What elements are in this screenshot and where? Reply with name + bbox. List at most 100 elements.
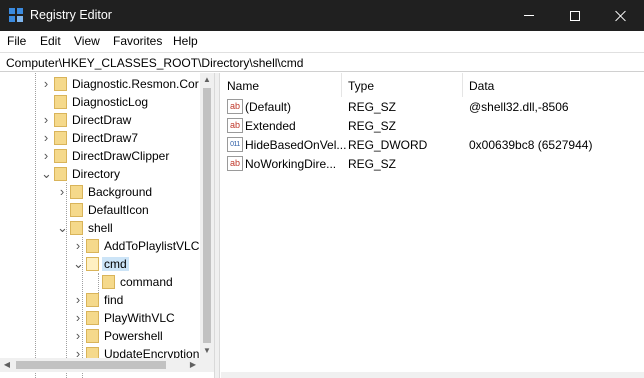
tree-item-label: DirectDrawClipper <box>72 149 170 163</box>
maximize-button[interactable] <box>552 0 598 31</box>
tree-item-directdraw7[interactable]: › DirectDraw7 <box>0 129 200 147</box>
tree-item-background[interactable]: › Background <box>0 183 200 201</box>
string-value-icon: ab <box>227 156 243 171</box>
scroll-thumb-horizontal[interactable] <box>16 361 166 369</box>
folder-icon <box>86 329 99 343</box>
folder-icon <box>86 257 99 271</box>
string-value-icon: ab <box>227 99 243 114</box>
value-type: REG_SZ <box>348 100 397 114</box>
tree-item-label: Background <box>88 185 153 199</box>
tree-item-directdrawclipper[interactable]: › DirectDrawClipper <box>0 147 200 165</box>
string-value-icon: ab <box>227 118 243 133</box>
tree-item-label: DirectDraw7 <box>72 131 139 145</box>
column-header-type[interactable]: Type <box>342 73 463 97</box>
value-row[interactable]: ab Extended REG_SZ <box>221 116 644 135</box>
tree-item-label: find <box>104 293 124 307</box>
minimize-button[interactable] <box>506 0 552 31</box>
tree-item-diagnosticlog[interactable]: DiagnosticLog <box>0 93 200 111</box>
tree-vertical-scrollbar[interactable]: ▲ ▼ <box>200 73 214 358</box>
tree-item-label: AddToPlaylistVLC <box>104 239 200 253</box>
tree-connector-line <box>66 183 67 378</box>
value-type: REG_DWORD <box>348 138 428 152</box>
tree-item-label: command <box>120 275 173 289</box>
tree-item-label: Diagnostic.Resmon.Cor <box>72 77 199 91</box>
value-name: Extended <box>245 119 296 133</box>
tree-item-label: Directory <box>72 167 121 181</box>
tree-item-defaulticon[interactable]: DefaultIcon <box>0 201 200 219</box>
dword-value-icon: 011 <box>227 137 243 152</box>
chevron-down-icon[interactable]: ⌄ <box>41 167 52 180</box>
values-list[interactable]: Name Type Data ab (Default) REG_SZ @shel… <box>221 73 644 378</box>
tree-item-cmd[interactable]: ⌄ cmd <box>0 255 200 273</box>
value-name: NoWorkingDire... <box>245 157 337 171</box>
folder-icon <box>54 131 67 145</box>
folder-icon <box>70 221 83 235</box>
tree-item-label: shell <box>88 221 113 235</box>
value-type: REG_SZ <box>348 119 397 133</box>
address-path[interactable]: Computer\HKEY_CLASSES_ROOT\Directory\she… <box>6 56 303 70</box>
scroll-left-icon[interactable]: ◀ <box>0 358 14 372</box>
tree-item-label: DiagnosticLog <box>72 95 149 109</box>
scroll-right-icon[interactable]: ▶ <box>186 358 200 372</box>
value-data: @shell32.dll,-8506 <box>469 100 569 114</box>
registry-editor-icon <box>9 8 23 22</box>
folder-icon <box>70 185 83 199</box>
column-header-name[interactable]: Name <box>221 73 342 97</box>
value-row[interactable]: 011 HideBasedOnVel... REG_DWORD 0x00639b… <box>221 135 644 154</box>
chevron-right-icon[interactable]: › <box>41 113 51 126</box>
tree-item-directory[interactable]: ⌄ Directory <box>0 165 200 183</box>
tree-item-playwithvlc[interactable]: › PlayWithVLC <box>0 309 200 327</box>
status-strip <box>221 372 644 378</box>
folder-icon <box>54 167 67 181</box>
chevron-right-icon[interactable]: › <box>41 131 51 144</box>
value-type: REG_SZ <box>348 157 397 171</box>
tree-item-command[interactable]: command <box>0 273 200 291</box>
value-row[interactable]: ab NoWorkingDire... REG_SZ <box>221 154 644 173</box>
tree-horizontal-scrollbar[interactable]: ◀ ▶ <box>0 358 214 372</box>
minimize-icon <box>524 15 534 16</box>
window-title: Registry Editor <box>30 8 112 22</box>
tree-item-label: PlayWithVLC <box>104 311 175 325</box>
folder-icon <box>54 95 67 109</box>
scroll-down-icon[interactable]: ▼ <box>200 344 214 358</box>
tree-item-directdraw[interactable]: › DirectDraw <box>0 111 200 129</box>
close-icon <box>615 10 627 22</box>
chevron-right-icon[interactable]: › <box>41 77 51 90</box>
scroll-up-icon[interactable]: ▲ <box>200 73 214 87</box>
tree-item-label: Powershell <box>104 329 163 343</box>
menu-file[interactable]: File <box>7 34 26 48</box>
tree-item-diagnostic-resmon-cor[interactable]: › Diagnostic.Resmon.Cor <box>0 75 200 93</box>
title-bar: Registry Editor <box>0 0 644 31</box>
menu-help[interactable]: Help <box>173 34 198 48</box>
menu-view[interactable]: View <box>74 34 100 48</box>
value-row[interactable]: ab (Default) REG_SZ @shell32.dll,-8506 <box>221 97 644 116</box>
menu-bar: File Edit View Favorites Help <box>0 31 644 51</box>
tree-item-addtoplaylistvlc[interactable]: › AddToPlaylistVLC <box>0 237 200 255</box>
column-header-data[interactable]: Data <box>463 73 644 97</box>
tree-connector-line <box>82 237 83 378</box>
menu-edit[interactable]: Edit <box>40 34 61 48</box>
folder-icon <box>86 311 99 325</box>
tree-item-shell[interactable]: ⌄ shell <box>0 219 200 237</box>
pane-splitter[interactable] <box>214 73 220 378</box>
tree-item-label: cmd <box>102 257 129 271</box>
address-bar[interactable]: Computer\HKEY_CLASSES_ROOT\Directory\she… <box>0 52 644 72</box>
value-name: (Default) <box>245 100 292 114</box>
tree-item-label: DefaultIcon <box>88 203 149 217</box>
folder-icon <box>54 113 67 127</box>
chevron-right-icon[interactable]: › <box>41 149 51 162</box>
folder-icon <box>70 203 83 217</box>
folder-icon <box>86 293 99 307</box>
value-data: 0x00639bc8 (6527944) <box>469 138 593 152</box>
tree-item-label: DirectDraw <box>72 113 132 127</box>
tree-item-powershell[interactable]: › Powershell <box>0 327 200 345</box>
tree-item-find[interactable]: › find <box>0 291 200 309</box>
menu-favorites[interactable]: Favorites <box>113 34 162 48</box>
close-button[interactable] <box>598 0 644 31</box>
folder-icon <box>102 275 115 289</box>
maximize-icon <box>570 10 580 21</box>
value-name: HideBasedOnVel... <box>245 138 347 152</box>
folder-icon <box>54 149 67 163</box>
key-tree[interactable]: › Diagnostic.Resmon.Cor DiagnosticLog › Dire… <box>0 73 214 378</box>
scroll-thumb[interactable] <box>203 88 211 343</box>
